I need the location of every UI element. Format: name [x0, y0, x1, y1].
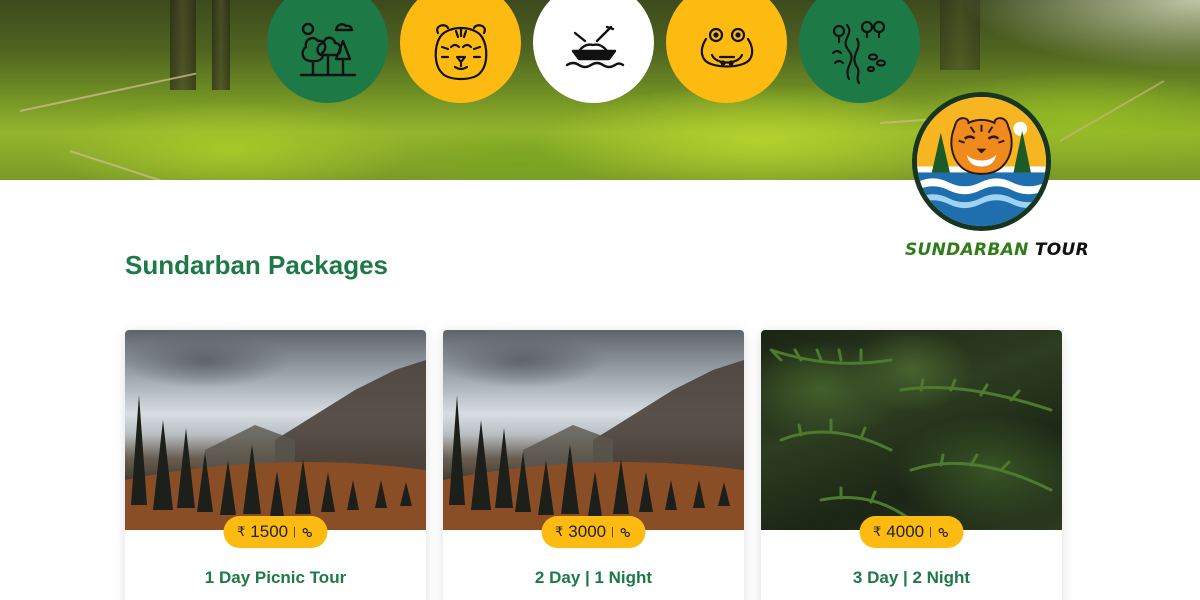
- fern-leaves-image: [769, 348, 1053, 522]
- brand-name-part1: SUNDARBAN: [905, 240, 1029, 260]
- price-badge[interactable]: ₹ 3000 |: [541, 516, 646, 548]
- package-title: 3 Day | 2 Night: [852, 568, 971, 587]
- brand-logo[interactable]: [912, 92, 1051, 231]
- currency-symbol: ₹: [555, 524, 564, 539]
- price-separator: |: [293, 526, 296, 538]
- persons-icon: [302, 527, 313, 537]
- crocodile-icon: [700, 27, 753, 68]
- tiger-face-icon: [434, 23, 487, 80]
- twig: [1059, 80, 1165, 142]
- package-photo: [125, 330, 426, 530]
- package-price: 1500: [250, 522, 289, 541]
- package-price: 4000: [886, 522, 925, 541]
- package-card[interactable]: ₹ 3000 | 2 Day | 1 Night: [443, 330, 744, 600]
- price-separator: |: [929, 526, 932, 538]
- package-title: 1 Day Picnic Tour: [204, 568, 347, 587]
- mountain-forest-image: [443, 360, 744, 530]
- package-photo: [761, 330, 1062, 530]
- light-haze: [960, 0, 1200, 70]
- brand-logo-emblem: [917, 97, 1046, 226]
- price-separator: |: [611, 526, 614, 538]
- river-trees-icon: [831, 20, 886, 84]
- brand-name-part2: TOUR: [1034, 240, 1090, 260]
- tiger-logo-icon: [917, 97, 1046, 226]
- tree-trunk: [212, 0, 230, 90]
- persons-icon: [938, 527, 949, 537]
- package-price: 3000: [568, 522, 607, 541]
- section-title: Sundarban Packages: [125, 250, 388, 280]
- brand-name[interactable]: SUNDARBAN TOUR: [905, 240, 1089, 260]
- package-card[interactable]: ₹ 1500 | 1 Day Picnic Tour: [125, 330, 426, 600]
- price-badge[interactable]: ₹ 1500 |: [223, 516, 328, 548]
- persons-icon: [620, 527, 631, 537]
- boat-icon: [565, 25, 624, 68]
- package-title: 2 Day | 1 Night: [534, 568, 653, 587]
- currency-symbol: ₹: [873, 524, 882, 539]
- twig: [69, 150, 204, 180]
- package-card[interactable]: ₹ 4000 | 3 Day | 2 Night: [761, 330, 1062, 600]
- forest-trees-icon: [299, 22, 356, 76]
- mountain-forest-image: [125, 360, 426, 530]
- twig: [19, 72, 197, 112]
- package-photo: [443, 330, 744, 530]
- price-badge[interactable]: ₹ 4000 |: [859, 516, 964, 548]
- currency-symbol: ₹: [237, 524, 246, 539]
